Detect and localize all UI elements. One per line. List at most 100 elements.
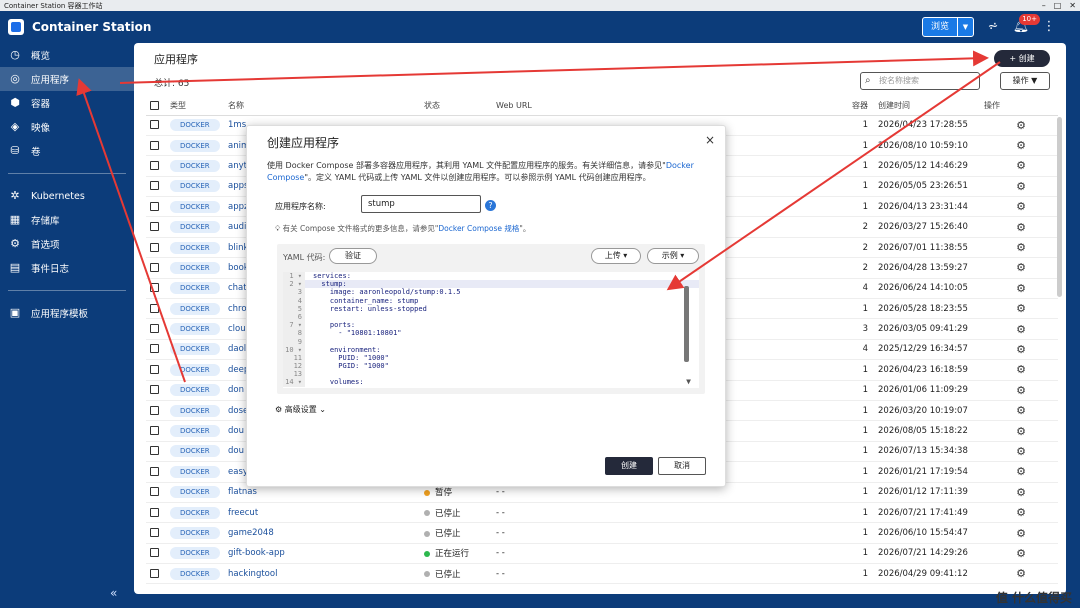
code-line[interactable]: 9 [283,337,699,346]
row-checkbox[interactable] [150,242,159,252]
help-icon[interactable]: ? [485,200,496,211]
code-line[interactable]: 6 [283,312,699,322]
sidebar-item-preferences[interactable]: ⚙ 首选项 [0,232,134,256]
table-row[interactable]: DOCKER hackingtool 已停止 - -1 2026/04/29 09:41… [146,563,1058,585]
row-checkbox[interactable] [150,262,159,272]
settings-gear-icon[interactable]: ⚙ [980,543,1058,565]
col-name[interactable]: 名称 [224,97,420,116]
row-checkbox[interactable] [150,568,159,578]
row-checkbox[interactable] [150,405,159,415]
sidebar-item-template[interactable]: ▣ 应用程序模板 [0,301,134,325]
browse-label[interactable]: 浏览 [923,18,957,36]
row-checkbox[interactable] [150,303,159,313]
row-checkbox[interactable] [150,120,159,130]
select-all-checkbox[interactable] [150,101,159,111]
row-checkbox[interactable] [150,507,159,517]
settings-gear-icon[interactable]: ⚙ [980,400,1058,422]
app-name-input[interactable]: stump [361,195,481,213]
browse-button[interactable]: 浏览 ▼ [921,17,974,37]
browse-dropdown-icon[interactable]: ▼ [957,18,973,36]
code-line[interactable]: 1 ▾ services: [283,272,699,281]
sidebar-item-kubernetes[interactable]: ✲ Kubernetes [0,184,134,208]
app-name-link[interactable]: game2048 [224,522,420,544]
editor-scrollbar[interactable] [684,286,689,362]
settings-gear-icon[interactable]: ⚙ [980,196,1058,218]
close-icon[interactable]: × [705,133,715,147]
collapse-sidebar-icon[interactable]: « [110,586,117,600]
yaml-editor[interactable]: 1 ▾ services: 2 ▾ stump: 3 image: aaronleop… [283,272,699,388]
close-window-button[interactable]: ✕ [1069,1,1076,10]
code-line[interactable]: 7 ▾ ports: [283,321,699,330]
app-name-link[interactable]: hackingtool [224,563,420,585]
settings-gear-icon[interactable]: ⚙ [980,339,1058,361]
dialog-create-button[interactable]: 创建 [605,457,653,475]
upload-button[interactable]: 上传 ▾ [591,248,641,264]
minimize-button[interactable]: – [1042,1,1046,10]
code-line[interactable]: 12 PGID: "1000" [283,362,699,371]
code-line[interactable]: 4 container_name: stump [283,296,699,305]
row-checkbox[interactable] [150,324,159,334]
settings-gear-icon[interactable]: ⚙ [980,257,1058,279]
settings-gear-icon[interactable]: ⚙ [980,237,1058,259]
row-checkbox[interactable] [150,528,159,537]
sidebar-item-overview[interactable]: ◷ 概览 [0,43,134,67]
settings-gear-icon[interactable]: ⚙ [980,318,1058,340]
more-menu-icon[interactable]: ⋮ [1040,18,1058,36]
col-status[interactable]: 状态 [420,97,492,116]
code-line[interactable]: 11 PUID: "1000" [283,353,699,363]
settings-gear-icon[interactable]: ⚙ [980,216,1058,238]
col-created[interactable]: 创建时间 [874,97,980,116]
row-checkbox[interactable] [150,201,159,211]
code-line[interactable]: 14 ▾ volumes: [283,378,699,387]
settings-gear-icon[interactable]: ⚙ [980,441,1058,463]
code-line[interactable]: 13 [283,370,699,379]
app-name-link[interactable]: freecut [224,502,420,524]
settings-gear-icon[interactable]: ⚙ [980,461,1058,483]
verify-button[interactable]: 验证 [329,248,377,264]
settings-gear-icon[interactable]: ⚙ [980,380,1058,401]
row-checkbox[interactable] [150,283,159,293]
code-line[interactable]: 5 restart: unless-stopped [283,304,699,313]
row-checkbox[interactable] [150,466,159,476]
settings-gear-icon[interactable]: ⚙ [980,522,1058,544]
code-line[interactable]: 8 - "10801:10801" [283,329,699,338]
dialog-cancel-button[interactable]: 取消 [658,457,706,475]
search-input[interactable]: ⌕ 按名称搜索 [860,72,980,90]
settings-gear-icon[interactable]: ⚙ [980,482,1058,503]
compose-spec-link[interactable]: Docker Compose 规格 [438,224,519,233]
row-checkbox[interactable] [150,385,159,395]
settings-gear-icon[interactable]: ⚙ [980,563,1058,585]
table-row[interactable]: DOCKER freecut 已停止 - -1 2026/07/21 17:41:49 ⚙ [146,502,1058,524]
sidebar-item-apps[interactable]: ◎ 应用程序 [0,67,134,91]
sidebar-item-volume[interactable]: ⛁ 卷 [0,139,134,163]
settings-gear-icon[interactable]: ⚙ [980,502,1058,524]
settings-gear-icon[interactable]: ⚙ [980,155,1058,177]
row-checkbox[interactable] [150,140,159,150]
table-row[interactable]: DOCKER gift-book-app 正在运行 - -1 2026/07/21 14… [146,543,1058,565]
row-checkbox[interactable] [150,426,159,436]
settings-gear-icon[interactable]: ⚙ [980,359,1058,381]
col-containers[interactable]: 容器 [814,97,874,116]
settings-gear-icon[interactable]: ⚙ [980,298,1058,320]
scroll-down-icon[interactable]: ▼ [686,377,691,386]
table-scrollbar[interactable] [1057,117,1062,297]
advanced-settings-toggle[interactable]: ⚙ 高级设置 ⌄ [275,404,326,415]
code-line[interactable]: 3 image: aaronleopold/stump:0.1.5 [283,288,699,297]
settings-gear-icon[interactable]: ⚙ [980,420,1058,442]
sidebar-item-container[interactable]: ⬢ 容器 [0,91,134,115]
settings-gear-icon[interactable]: ⚙ [980,135,1058,157]
row-checkbox[interactable] [150,344,159,354]
example-button[interactable]: 示例 ▾ [647,248,699,264]
row-checkbox[interactable] [150,222,159,232]
row-checkbox[interactable] [150,181,159,191]
col-web-url[interactable]: Web URL [492,97,814,116]
row-checkbox[interactable] [150,364,159,374]
notification-bell-icon[interactable]: 🔔︎ 10+ [1012,14,1040,36]
settings-gear-icon[interactable]: ⚙ [980,115,1058,136]
create-app-button[interactable]: + 创建 [994,50,1050,67]
settings-gear-icon[interactable]: ⚙ [980,176,1058,198]
sidebar-item-repository[interactable]: ▦ 存储库 [0,208,134,232]
task-stack-icon[interactable]: ⩫ [984,18,1002,36]
row-checkbox[interactable] [150,160,159,170]
row-checkbox[interactable] [150,548,159,558]
